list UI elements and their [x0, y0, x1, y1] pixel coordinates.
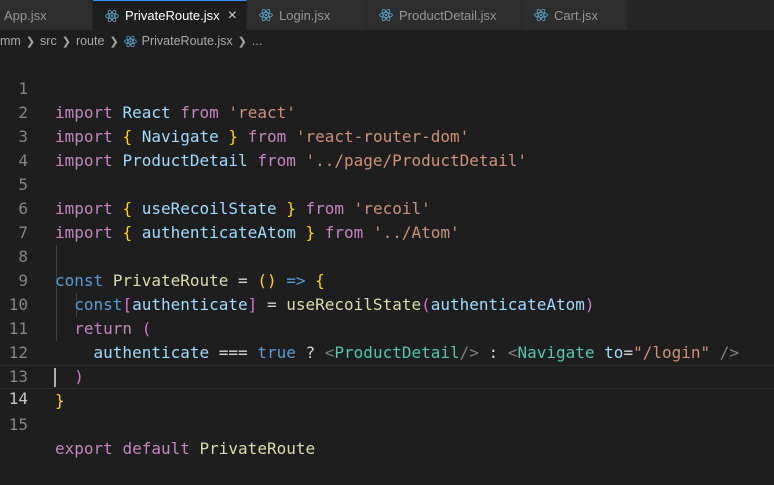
code-line: 13 } — [0, 341, 774, 410]
tab-label: PrivateRoute.jsx — [125, 8, 220, 23]
code-editor[interactable]: 1 import React from 'react' 2 import { N… — [0, 53, 774, 458]
tab-label: ProductDetail.jsx — [399, 7, 497, 23]
code-line: 5 import { useRecoilState } from 'recoil… — [0, 149, 774, 218]
tab-app-jsx[interactable]: App.jsx — [0, 0, 93, 30]
close-icon[interactable]: × — [228, 7, 237, 24]
tab-label: App.jsx — [4, 7, 47, 23]
code-line: 4 — [0, 125, 774, 170]
code-line: 2 import { Navigate } from 'react-router… — [0, 77, 774, 146]
chevron-right-icon: ❯ — [61, 35, 71, 48]
breadcrumb-file[interactable]: PrivateRoute.jsx — [123, 34, 233, 48]
code-line: 8 const PrivateRoute = () => { — [0, 221, 774, 290]
react-icon — [105, 9, 119, 23]
chevron-right-icon: ❯ — [109, 35, 119, 48]
breadcrumb: mm ❯ src ❯ route ❯ PrivateRoute.jsx ❯ ..… — [0, 30, 774, 52]
code-line: 1 import React from 'react' — [0, 53, 774, 122]
tab-productdetail-jsx[interactable]: ProductDetail.jsx — [367, 0, 522, 30]
tab-label: Login.jsx — [279, 7, 331, 23]
text-cursor — [54, 368, 56, 387]
tab-bar: App.jsx PrivateRoute.jsx × Login.jsx Pro… — [0, 0, 774, 30]
code-line: 15 export default PrivateRoute — [0, 389, 774, 458]
react-icon — [534, 8, 548, 22]
line-number: 15 — [8, 415, 28, 434]
code-line: 7 — [0, 197, 774, 242]
breadcrumb-root[interactable]: mm — [0, 34, 21, 48]
breadcrumb-src[interactable]: src — [40, 34, 57, 48]
breadcrumb-file-label: PrivateRoute.jsx — [141, 34, 233, 48]
tab-privateroute-jsx[interactable]: PrivateRoute.jsx × — [93, 0, 247, 30]
tab-label: Cart.jsx — [554, 7, 599, 23]
chevron-right-icon: ❯ — [237, 35, 247, 48]
current-line: 14 — [0, 365, 774, 408]
react-icon — [123, 35, 137, 48]
code-line: 6 import { authenticateAtom } from '../A… — [0, 173, 774, 242]
code-line: 11 authenticate === true ? <ProductDetai… — [0, 293, 774, 362]
breadcrumb-route[interactable]: route — [76, 34, 105, 48]
code-line: 3 import ProductDetail from '../page/Pro… — [0, 101, 774, 170]
tab-login-jsx[interactable]: Login.jsx — [247, 0, 367, 30]
tab-cart-jsx[interactable]: Cart.jsx — [522, 0, 628, 30]
react-icon — [379, 8, 393, 22]
react-icon — [259, 8, 273, 22]
breadcrumb-symbol[interactable]: ... — [252, 34, 262, 48]
code-line: 10 return ( — [0, 269, 774, 338]
chevron-right-icon: ❯ — [25, 35, 36, 48]
code-line: 12 ) — [0, 317, 774, 386]
code-line: 9 const[authenticate] = useRecoilState(a… — [0, 245, 774, 314]
